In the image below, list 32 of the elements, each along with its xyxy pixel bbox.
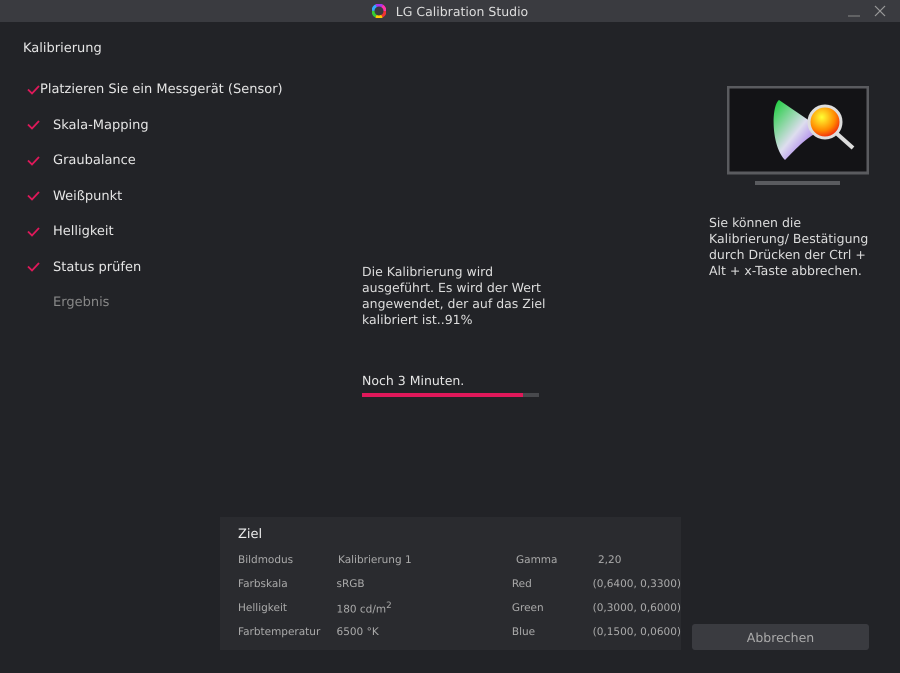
field-label: Gamma	[516, 554, 558, 566]
field-label: Blue	[512, 626, 536, 638]
field-label: Farbtemperatur	[238, 626, 322, 638]
step-label: Skala-Mapping	[53, 118, 149, 133]
field-label: Green	[512, 602, 545, 614]
field-label: Red	[512, 578, 533, 590]
field-value: sRGB	[336, 578, 366, 590]
time-remaining: Noch 3 Minuten.	[362, 373, 466, 388]
status-message: Die Kalibrierung wird ausgeführt. Es wird der Wert angewendet, der auf das Ziel kalibriert ist..91%	[362, 264, 546, 328]
step-label: Status prüfen	[53, 260, 142, 275]
field-label: Helligkeit	[238, 602, 288, 614]
color-wheel-icon	[372, 4, 386, 18]
field-label: Farbskala	[238, 578, 289, 590]
cancel-button[interactable]: Abbrechen	[692, 624, 869, 650]
step-label: Ergebnis	[53, 295, 110, 310]
window-title: LG Calibration Studio	[396, 4, 528, 18]
field-value: (0,6400, 0,3300)	[592, 578, 681, 590]
hint-text: Sie können die Kalibrierung/ Bestätigung durch Drücken der Ctrl + Alt + x-Taste abbrechen.	[709, 215, 870, 279]
field-value: 180 cd/m$^{2}$	[336, 600, 393, 616]
step-label: Helligkeit	[53, 224, 114, 240]
field-label: Bildmodus	[238, 554, 294, 566]
panel-title: Ziel	[238, 526, 264, 544]
field-value: 2,20	[598, 554, 622, 566]
step-label: Platzieren Sie ein Messgerät (Sensor)	[40, 82, 283, 98]
field-value: 6500 °K	[336, 626, 380, 638]
step-label: Graubalance	[53, 153, 136, 168]
field-value: (0,3000, 0,6000)	[592, 602, 681, 614]
field-value: (0,1500, 0,0600)	[592, 626, 681, 638]
section-title: Kalibrierung	[23, 41, 103, 56]
close-icon[interactable]	[874, 5, 886, 17]
step-label: Weißpunkt	[53, 188, 122, 204]
field-value: Kalibrierung 1	[338, 554, 413, 566]
